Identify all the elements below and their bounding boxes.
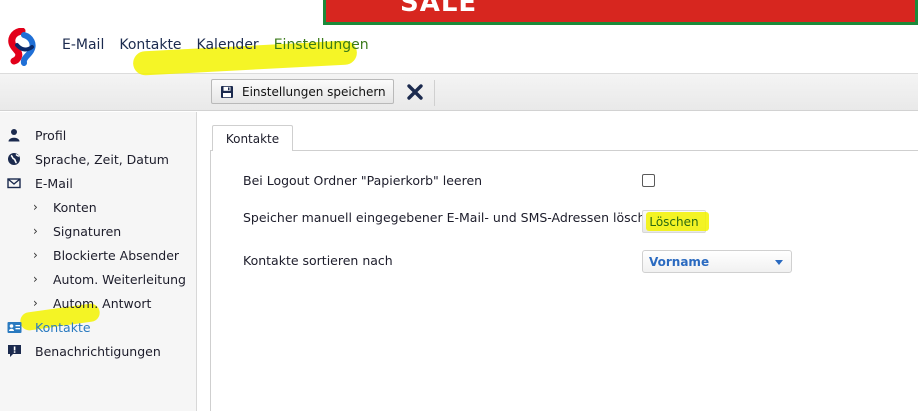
sidebar-item-label: Kontakte — [35, 319, 91, 335]
sidebar-item-blockierte-absender[interactable]: › Blockierte Absender — [33, 244, 179, 266]
contact-card-icon — [6, 319, 22, 335]
sort-contacts-value: Vorname — [649, 254, 710, 269]
sidebar-item-label: Profil — [35, 127, 67, 143]
save-settings-label: Einstellungen speichern — [242, 84, 386, 99]
sidebar-item-sprache[interactable]: Sprache, Zeit, Datum — [0, 148, 169, 170]
sidebar-item-konten[interactable]: › Konten — [33, 196, 97, 218]
notification-icon — [6, 343, 22, 359]
sidebar-item-kontakte[interactable]: Kontakte — [0, 316, 91, 338]
setting-label-delete-addresses: Speicher manuell eingegebener E-Mail- un… — [243, 210, 662, 225]
sidebar-item-benachrichtigungen[interactable]: Benachrichtigungen — [0, 340, 161, 362]
nav-kontakte[interactable]: Kontakte — [119, 37, 181, 53]
ad-banner[interactable]: SALE — [323, 0, 918, 25]
app-window: SALE E-Mail Kontakte Kalender Einstellun… — [0, 0, 918, 411]
sidebar-item-label: Benachrichtigungen — [35, 343, 161, 359]
settings-panel — [210, 151, 918, 411]
save-settings-button[interactable]: Einstellungen speichern — [211, 79, 394, 104]
nav-email[interactable]: E-Mail — [62, 37, 104, 53]
user-icon — [6, 127, 22, 143]
sidebar-item-weiterleitung[interactable]: › Autom. Weiterleitung — [33, 268, 186, 290]
sidebar-item-email[interactable]: E-Mail — [0, 172, 73, 194]
sidebar-item-label: Konten — [53, 199, 97, 215]
sidebar-item-profil[interactable]: Profil — [0, 124, 66, 146]
settings-sidebar: Profil Sprache, Zeit, Datum E-Mail › Kon… — [0, 112, 197, 411]
sidebar-item-antwort[interactable]: › Autom. Antwort — [33, 292, 151, 314]
chevron-right-icon: › — [33, 200, 38, 214]
toolbar: Einstellungen speichern — [0, 73, 918, 111]
logout-trash-checkbox[interactable] — [642, 174, 655, 187]
toolbar-divider — [434, 80, 435, 106]
nav-einstellungen[interactable]: Einstellungen — [274, 37, 369, 53]
sort-contacts-select[interactable]: Vorname — [642, 250, 792, 273]
chevron-right-icon: › — [33, 248, 38, 262]
chevron-right-icon: › — [33, 272, 38, 286]
swisscom-logo-icon[interactable] — [5, 28, 39, 66]
sidebar-item-label: Sprache, Zeit, Datum — [35, 151, 169, 167]
setting-label-logout-trash: Bei Logout Ordner "Papierkorb" leeren — [243, 173, 483, 188]
sidebar-item-label: E-Mail — [35, 175, 73, 191]
tab-bar: Kontakte — [210, 125, 918, 152]
delete-button-label: Löschen — [649, 214, 699, 229]
chevron-down-icon — [775, 260, 783, 265]
sidebar-item-label: Blockierte Absender — [53, 247, 180, 263]
ad-text: SALE — [400, 0, 478, 18]
sidebar-item-label: Autom. Antwort — [53, 295, 152, 311]
sidebar-item-signaturen[interactable]: › Signaturen — [33, 220, 121, 242]
chevron-right-icon: › — [33, 224, 38, 238]
nav-kalender[interactable]: Kalender — [197, 37, 259, 53]
chevron-right-icon: › — [33, 296, 38, 310]
sidebar-item-label: Signaturen — [53, 223, 122, 239]
envelope-icon — [6, 175, 22, 191]
sidebar-item-label: Autom. Weiterleitung — [53, 271, 186, 287]
close-icon[interactable] — [405, 82, 425, 102]
setting-label-sort-contacts: Kontakte sortieren nach — [243, 253, 393, 268]
tab-kontakte[interactable]: Kontakte — [212, 125, 293, 152]
floppy-disk-icon — [221, 85, 233, 98]
globe-icon — [6, 151, 22, 167]
top-navigation: E-Mail Kontakte Kalender Einstellungen — [62, 37, 384, 53]
